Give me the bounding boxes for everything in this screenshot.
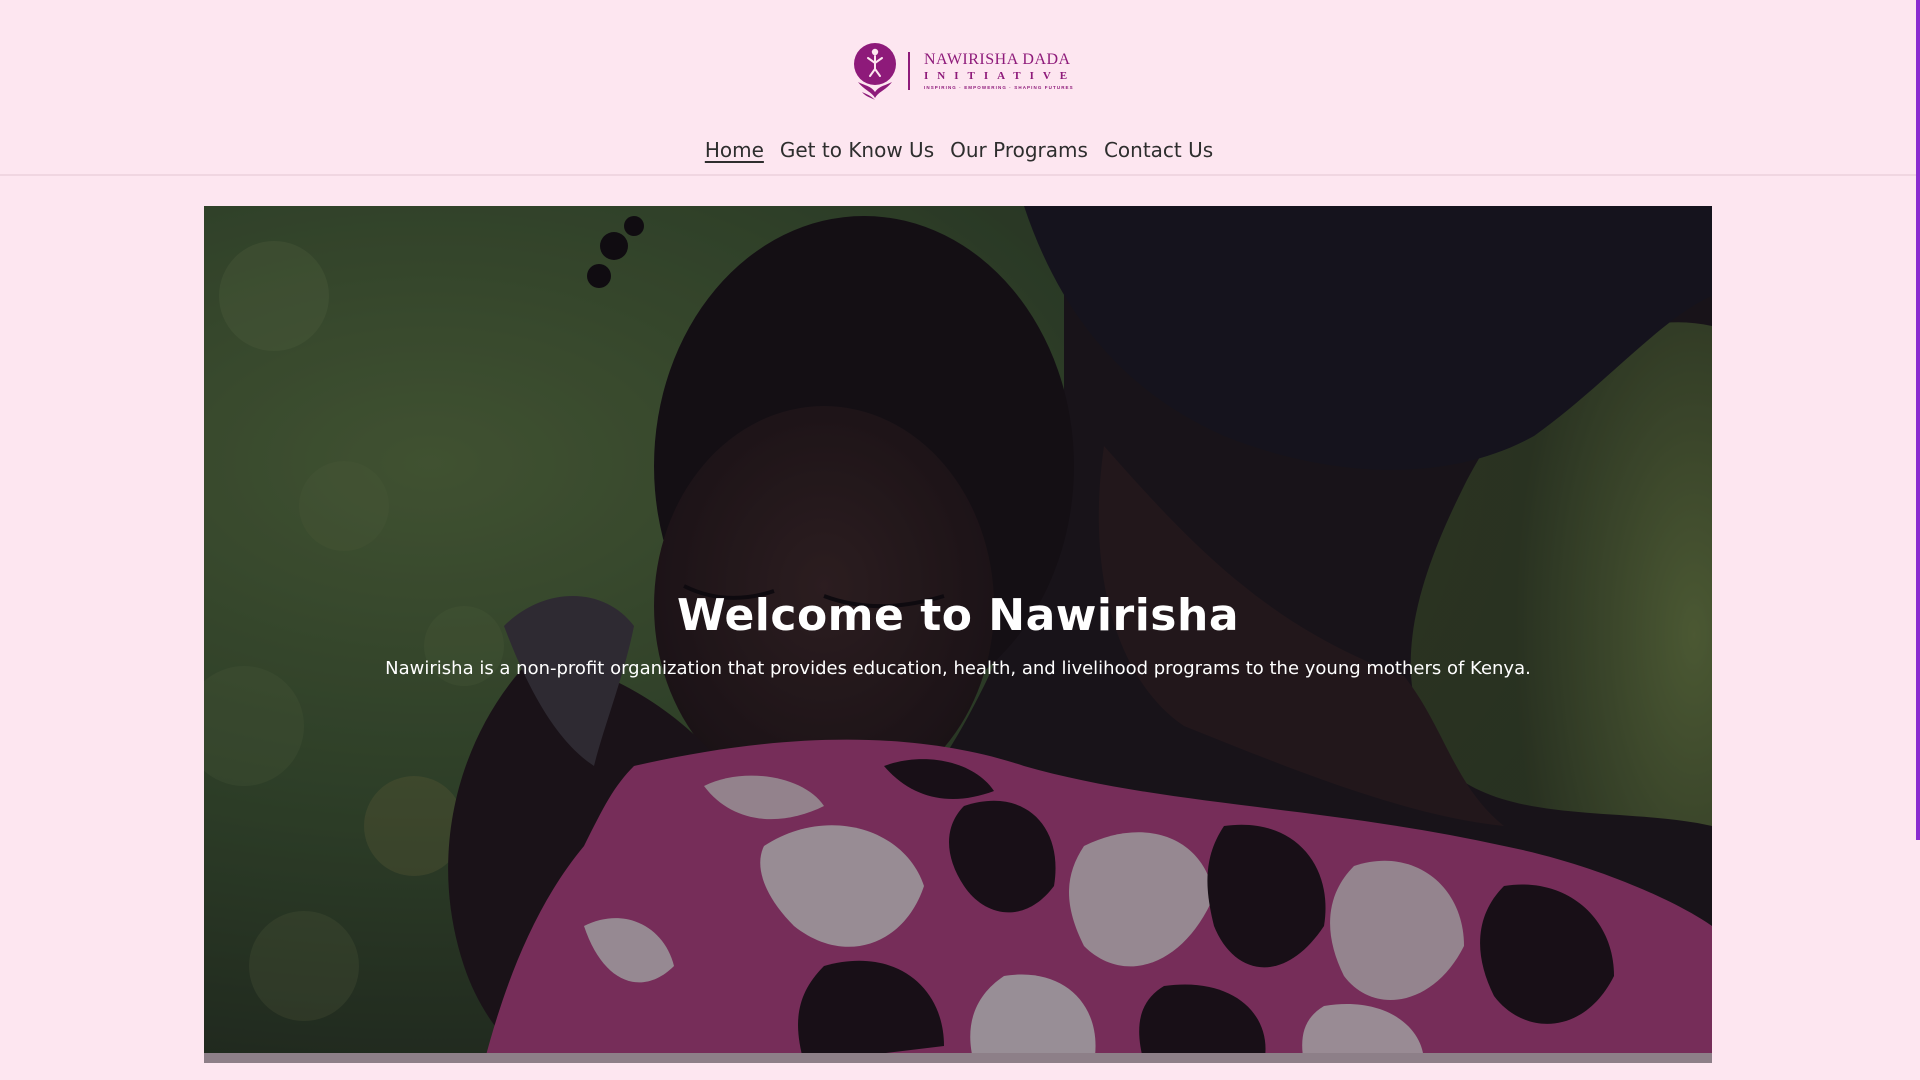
nav-get-to-know-us[interactable]: Get to Know Us [780, 138, 934, 162]
scrollbar[interactable] [1916, 0, 1920, 840]
hero-banner: Welcome to Nawirisha Nawirisha is a non-… [204, 206, 1712, 1063]
logo-name: NAWIRISHA DADA [924, 50, 1071, 68]
nav-contact-us[interactable]: Contact Us [1104, 138, 1213, 162]
main-nav: Home Get to Know Us Our Programs Contact… [0, 138, 1919, 162]
hero-title: Welcome to Nawirisha [676, 590, 1240, 641]
site-header: NAWIRISHA DADA INITIATIVE INSPIRING · EM… [0, 0, 1920, 176]
hero-bottom-bar [204, 1053, 1712, 1063]
nav-home[interactable]: Home [705, 138, 764, 162]
logo-text: NAWIRISHA DADA INITIATIVE INSPIRING · EM… [924, 51, 1076, 92]
logo-tagline: INSPIRING · EMPOWERING · SHAPING FUTURES [924, 84, 1074, 90]
page: NAWIRISHA DADA INITIATIVE INSPIRING · EM… [0, 0, 1920, 1080]
hero-subtitle: Nawirisha is a non-profit organization t… [385, 658, 1531, 679]
logo-divider [908, 52, 910, 90]
logo-emblem-icon [854, 43, 896, 100]
logo[interactable]: NAWIRISHA DADA INITIATIVE INSPIRING · EM… [852, 40, 1076, 102]
logo-sub: INITIATIVE [924, 69, 1077, 82]
nav-our-programs[interactable]: Our Programs [950, 138, 1088, 162]
